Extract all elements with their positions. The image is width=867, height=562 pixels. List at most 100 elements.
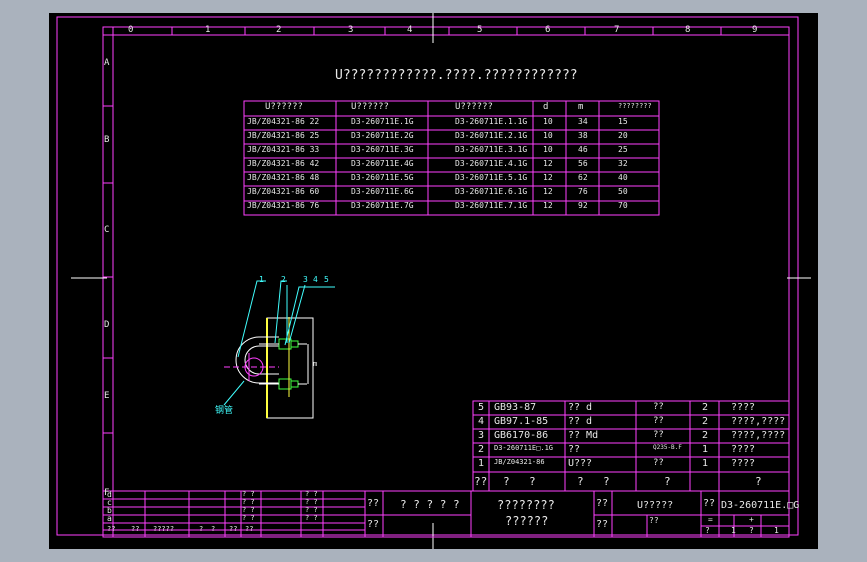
zone-1: 1 [205,25,211,35]
bom-cell: ????,???? [731,430,786,441]
zone-d: D [104,320,110,330]
rev-mark: ? ? [242,514,255,522]
spec-cell: 10 [543,131,553,140]
spec-header-2: U?????? [455,102,493,112]
spec-cell: JB/Z04321-86 33 [247,145,320,154]
spec-cell: 46 [578,145,588,154]
zone-9: 9 [752,25,758,35]
tb-footer: ? [211,525,216,533]
spec-cell: 76 [578,187,588,196]
spec-cell: D3-260711E.7G [351,201,414,210]
scale-label: ?? [596,519,609,530]
spec-header-4: m [578,102,584,112]
spec-cell: 40 [618,173,628,182]
bom-header-4: ? [603,475,610,488]
bom-cell: 1 [478,458,485,469]
spec-header-5: ???????? [618,102,652,110]
check-label: ?? [367,519,380,530]
spec-header-0: U?????? [265,102,303,112]
tb-footer: ?? [131,525,140,533]
spec-cell: 12 [543,173,553,182]
pipe-label: 钢管 [215,406,234,416]
rev-mark: ? ? [305,490,318,498]
zone-0: 0 [128,25,134,35]
bom-header-3: ? [577,475,584,488]
drawing-no-label: ?? [703,498,716,509]
page-label: ? [749,526,754,535]
zone-4: 4 [407,25,413,35]
sheet-count: 1 [731,526,736,535]
bom-cell: 5 [478,402,485,413]
spec-cell: 20 [618,131,628,140]
design-label: ?? [367,498,380,509]
spec-cell: JB/Z04321-86 42 [247,159,320,168]
drawing-number: D3-260711E.□G [721,500,800,511]
inner-frame [102,26,790,538]
total-label: ? [705,526,710,535]
bom-cell: ?? [653,416,664,426]
material-value: U????? [637,500,674,511]
spec-cell: 62 [578,173,588,182]
spec-cell: 56 [578,159,588,168]
rev-mark: ? ? [305,506,318,514]
spec-cell: D3-260711E.5G [351,173,414,182]
tb-footer: ????? [153,525,175,533]
bom-cell: 1 [702,458,709,469]
spec-cell: 25 [618,145,628,154]
rev-mark: ? ? [242,498,255,506]
spec-cell: 12 [543,187,553,196]
u-bolt-drawing [223,280,335,419]
bom-header-6: ? [755,475,762,488]
spec-cell: D3-260711E.3.1G [455,145,528,154]
weight-label: ?? [649,516,659,525]
spec-cell: 50 [618,187,628,196]
spec-cell: D3-260711E.3G [351,145,414,154]
spec-cell: JB/Z04321-86 48 [247,173,320,182]
spec-cell: JB/Z04321-86 22 [247,117,320,126]
bom-cell: 3 [478,430,485,441]
spec-cell: 38 [578,131,588,140]
bom-header-2: ? [529,475,536,488]
sheet-number: 1 [774,526,779,535]
zone-6: 6 [545,25,551,35]
dimension-m: m [313,360,318,368]
callout-5: 5 [324,275,329,284]
bom-cell: ?? Md [568,430,599,441]
bom-cell: GB97.1-85 [494,416,549,427]
spec-header-3: d [543,102,549,112]
bom-cell: ?? [653,430,664,440]
spec-cell: 10 [543,117,553,126]
spec-cell: D3-260711E.4.1G [455,159,528,168]
rev-letter: a [107,514,112,523]
tb-footer: ? [199,525,204,533]
bom-cell: ?? [653,458,664,468]
spec-cell: 15 [618,117,628,126]
spec-cell: 10 [543,145,553,154]
spec-cell: 34 [578,117,588,126]
part-name-line2: ?????? [505,514,549,528]
zone-a: A [104,58,110,68]
zone-7: 7 [614,25,620,35]
spec-cell: D3-260711E.2.1G [455,131,528,140]
drawing-title: U????????????.????.???????????? [335,68,578,83]
bom-cell: 2 [702,416,709,427]
zone-5: 5 [477,25,483,35]
spec-cell: D3-260711E.1.1G [455,117,528,126]
bom-cell: Q235-B.F [653,444,682,451]
tb-footer: ?? [229,525,238,533]
drawing-canvas: 0 1 2 3 4 5 6 7 8 9 A B C D E F U???????… [49,13,818,549]
spec-cell: D3-260711E.6G [351,187,414,196]
callout-3: 3 [303,275,308,284]
spec-cell: 32 [618,159,628,168]
bom-cell: 2 [478,444,485,455]
equal-sign: = [708,515,713,524]
callout-2: 2 [281,275,286,284]
spec-cell: 12 [543,201,553,210]
bom-cell: ????,???? [731,416,786,427]
spec-header-1: U?????? [351,102,389,112]
rev-mark: ? ? [305,514,318,522]
bom-cell: GB6170-86 [494,430,549,441]
spec-cell: D3-260711E.7.1G [455,201,528,210]
bom-cell: 4 [478,416,485,427]
plus-sign: + [749,515,754,524]
